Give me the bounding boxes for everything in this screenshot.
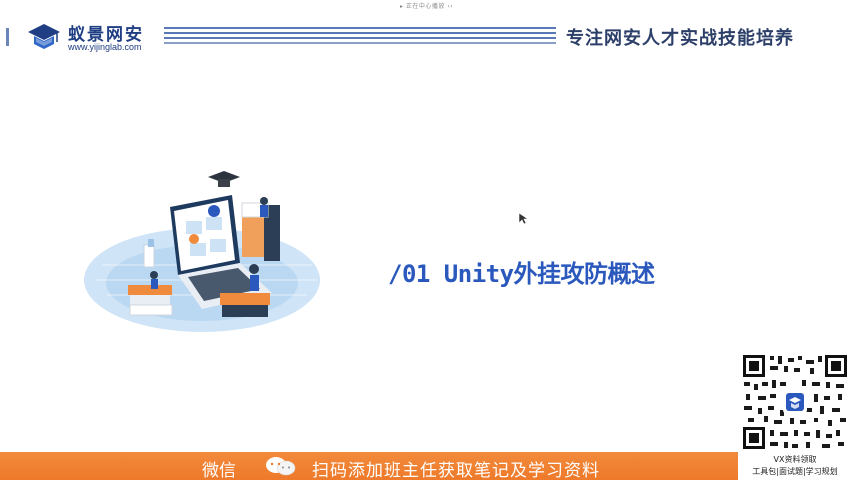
left-edge-mark bbox=[6, 28, 9, 46]
online-learning-illustration bbox=[84, 171, 320, 332]
wechat-icon bbox=[266, 457, 296, 476]
qr-code-panel: VX资料领取 工具包|面试题|学习规划 bbox=[738, 350, 852, 480]
qr-code-icon[interactable] bbox=[740, 352, 850, 452]
footer-call-to-action: 扫码添加班主任获取笔记及学习资料 bbox=[312, 461, 600, 480]
brand-logo: 蚁景网安 www.yijinglab.com bbox=[24, 18, 164, 58]
mouse-cursor-icon bbox=[519, 213, 529, 225]
header-slogan: 专注网安人才实战技能培养 bbox=[566, 28, 794, 49]
qr-caption-line-1: VX资料领取 bbox=[773, 455, 817, 464]
footer-banner: 微信 扫码添加班主任获取笔记及学习资料 bbox=[0, 452, 738, 480]
graduation-cap-logo-icon bbox=[28, 24, 60, 49]
playback-status-text: ▸ 正在中心播放 ‹‹ bbox=[400, 3, 454, 10]
header-decorative-lines bbox=[164, 27, 556, 47]
qr-caption-line-2: 工具包|面试题|学习规划 bbox=[752, 467, 838, 476]
top-strip: ▸ 正在中心播放 ‹‹ bbox=[0, 0, 852, 14]
section-title: /01 Unity外挂攻防概述 bbox=[388, 260, 655, 288]
footer-wechat-label: 微信 bbox=[202, 461, 236, 480]
brand-url: www.yijinglab.com bbox=[68, 42, 142, 52]
